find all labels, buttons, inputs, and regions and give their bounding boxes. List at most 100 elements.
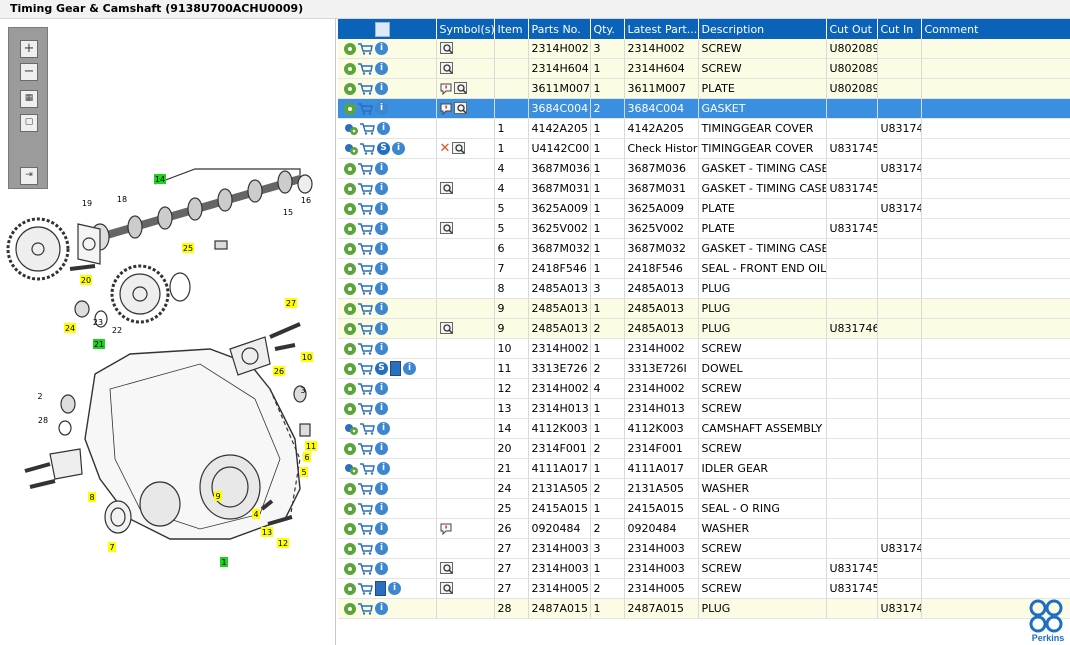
col-item[interactable]: Item	[494, 19, 529, 39]
gear-icon[interactable]	[344, 582, 356, 595]
info-icon[interactable]: i	[375, 262, 388, 276]
callout-10[interactable]: 10	[301, 352, 313, 362]
view-icon[interactable]	[439, 582, 454, 595]
info-icon[interactable]: i	[375, 182, 388, 196]
callout-14[interactable]: 14	[154, 174, 166, 184]
info-icon[interactable]: i	[375, 242, 388, 256]
info-icon[interactable]: i	[375, 522, 388, 536]
view-icon[interactable]	[439, 562, 454, 575]
cart-icon[interactable]	[360, 143, 375, 155]
col-qty[interactable]: Qty.	[590, 19, 625, 39]
callout-3[interactable]: 3	[300, 386, 305, 395]
info-icon[interactable]: i	[375, 222, 388, 236]
info-icon[interactable]: i	[377, 422, 390, 436]
table-row[interactable]: i3611M00713611M007PLATEU802089(	[338, 78, 1070, 99]
book-icon[interactable]	[390, 361, 401, 376]
view-icon[interactable]	[453, 102, 468, 115]
cart-icon[interactable]	[358, 603, 373, 615]
table-row[interactable]: i 3684C004 2 3684C004 GASKET	[338, 98, 1070, 119]
exploded-parts-diagram[interactable]: 14 19 18 16 15 25 20 24 23 22 21 27 26 10 2 28 3 11 6 5 8 4 9 1…	[0, 139, 335, 569]
info-icon[interactable]: i	[375, 502, 388, 516]
gear-icon[interactable]	[344, 302, 356, 315]
gear-icon[interactable]	[344, 82, 356, 95]
table-row[interactable]: i 26 0920484 2 0920484 WASHER	[338, 518, 1070, 539]
cart-icon[interactable]	[360, 463, 375, 475]
gear-icon[interactable]	[344, 482, 356, 495]
info-icon[interactable]: i	[392, 142, 405, 156]
x-icon[interactable]: ✕	[440, 142, 451, 155]
callout-24[interactable]: 24	[64, 323, 76, 333]
table-row[interactable]: i2314H60412314H604SCREWU802089(	[338, 58, 1070, 79]
info-icon[interactable]: i	[375, 602, 388, 616]
gear-icon[interactable]	[344, 242, 356, 255]
col-latest-part[interactable]: Latest Part...	[624, 19, 699, 39]
cart-icon[interactable]	[358, 383, 373, 395]
info-icon[interactable]: i	[375, 102, 388, 116]
cart-icon[interactable]	[358, 163, 373, 175]
s-icon[interactable]: S	[375, 362, 388, 375]
zoom-in-button[interactable]: +	[20, 40, 38, 58]
gear-icon[interactable]	[344, 502, 356, 515]
table-row[interactable]: i92485A01322485A013PLUGU831746(	[338, 318, 1070, 339]
cart-icon[interactable]	[358, 343, 373, 355]
cart-icon[interactable]	[358, 263, 373, 275]
table-row[interactable]: i53625V00213625V002PLATEU831745(	[338, 218, 1070, 239]
cart-icon[interactable]	[358, 83, 373, 95]
cart-icon[interactable]	[358, 43, 373, 55]
gears-icon[interactable]	[344, 423, 358, 435]
cart-icon[interactable]	[358, 283, 373, 295]
cart-icon[interactable]	[358, 563, 373, 575]
table-row[interactable]: i 12 2314H002 4 2314H002 SCREW	[338, 378, 1070, 399]
callout-1[interactable]: 1	[220, 557, 228, 567]
cart-icon[interactable]	[358, 503, 373, 515]
gears-icon[interactable]	[344, 463, 358, 475]
callout-16[interactable]: 16	[301, 196, 311, 205]
info-icon[interactable]: i	[377, 462, 390, 476]
table-row[interactable]: Si ✕ 1 U4142C008 1 Check History TIMINGGEAR CO…	[338, 138, 1070, 159]
table-row[interactable]: i 10 2314H002 1 2314H002 SCREW	[338, 338, 1070, 359]
info-icon[interactable]: i	[375, 322, 388, 336]
table-row[interactable]: i272314H00332314H003SCREWU831746	[338, 538, 1070, 559]
table-row[interactable]: i 4 3687M031 1 3687M031 GASKET - TIMING CASE …	[338, 178, 1070, 199]
cart-icon[interactable]	[358, 362, 373, 375]
cart-icon[interactable]	[358, 443, 373, 455]
callout-23[interactable]: 23	[93, 318, 103, 327]
callout-6[interactable]: 6	[303, 452, 311, 462]
cart-icon[interactable]	[358, 303, 373, 315]
table-row[interactable]: i 25 2415A015 1 2415A015 SEAL - O RING	[338, 498, 1070, 519]
callout-26[interactable]: 26	[273, 366, 285, 376]
table-row[interactable]: i 20 2314F001 2 2314F001 SCREW	[338, 438, 1070, 459]
table-row[interactable]: i 8 2485A013 3 2485A013 PLUG	[338, 278, 1070, 299]
s-icon[interactable]: S	[377, 142, 390, 156]
callout-15[interactable]: 15	[283, 208, 293, 217]
cart-icon[interactable]	[358, 582, 373, 595]
callout-22[interactable]: 22	[112, 326, 122, 335]
info-icon[interactable]: i	[375, 82, 388, 96]
table-row[interactable]: i 7 2418F546 1 2418F546 SEAL - FRONT END OIL	[338, 258, 1070, 279]
info-icon[interactable]: i	[375, 162, 388, 176]
gear-icon[interactable]	[344, 342, 356, 355]
view-icon[interactable]	[439, 62, 454, 75]
callout-20[interactable]: 20	[80, 275, 92, 285]
info-icon[interactable]: i	[377, 122, 390, 136]
info-icon[interactable]: i	[375, 202, 388, 216]
col-cut-in[interactable]: Cut In	[877, 19, 922, 39]
parts-list-panel[interactable]: Symbol(s) Item Parts No. Qty. Latest Par…	[338, 19, 1070, 645]
callout-7[interactable]: 7	[108, 542, 116, 552]
cart-icon[interactable]	[358, 183, 373, 195]
gear-icon[interactable]	[344, 322, 356, 335]
table-row[interactable]: i 9 2485A013 1 2485A013 PLUG	[338, 298, 1070, 319]
table-row[interactable]: i272314H00312314H003SCREWU831745(	[338, 558, 1070, 579]
gear-icon[interactable]	[344, 442, 356, 455]
info-icon[interactable]: i	[388, 582, 401, 595]
gear-icon[interactable]	[344, 362, 356, 375]
cart-icon[interactable]	[360, 123, 375, 135]
gears-icon[interactable]	[344, 123, 358, 135]
callout-18[interactable]: 18	[117, 195, 127, 204]
cart-icon[interactable]	[358, 543, 373, 555]
cart-icon[interactable]	[358, 323, 373, 335]
callout-5[interactable]: 5	[300, 467, 308, 477]
callout-25[interactable]: 25	[182, 243, 194, 253]
col-parts-no[interactable]: Parts No.	[528, 19, 591, 39]
col-cut-out[interactable]: Cut Out	[826, 19, 878, 39]
